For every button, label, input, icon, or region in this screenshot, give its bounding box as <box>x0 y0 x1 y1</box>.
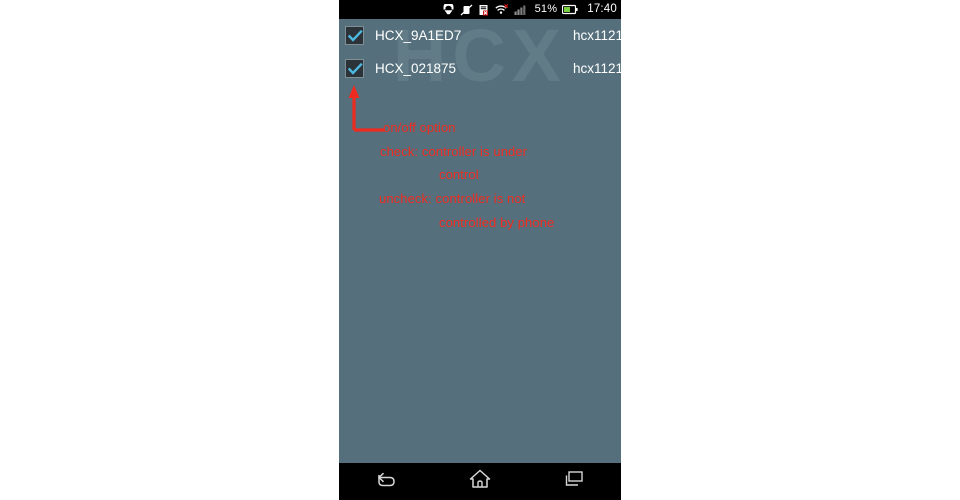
list-item[interactable]: HCX_021875 hcx1121 <box>339 52 621 85</box>
device-checkbox[interactable] <box>345 26 364 45</box>
battery-icon <box>562 4 578 15</box>
device-name-label: HCX_021875 <box>375 61 457 76</box>
device-meta-label: hcx1121 <box>572 28 621 43</box>
recents-button[interactable] <box>546 467 602 497</box>
status-bar-icons: 51% 17:40 <box>442 1 617 16</box>
back-button[interactable] <box>358 467 414 497</box>
app-content: HCX HCX_9A1ED7 hcx1121 HCX_021875 hcx112… <box>339 19 621 463</box>
device-meta-label: hcx1121 <box>572 61 621 76</box>
annotation-line-3: control <box>439 167 479 182</box>
wifi-error-icon <box>494 3 509 16</box>
status-bar: 51% 17:40 <box>339 0 621 19</box>
annotation-line-5: controlled by phone <box>439 215 555 230</box>
headset-icon <box>442 1 455 16</box>
clock-label: 17:40 <box>587 2 617 15</box>
navigation-bar <box>339 463 621 500</box>
list-item[interactable]: HCX_9A1ED7 hcx1121 <box>339 19 621 52</box>
battery-percent-label: 51% <box>534 3 558 15</box>
home-icon <box>468 468 492 495</box>
device-checkbox[interactable] <box>345 59 364 78</box>
annotation-line-2: check: controller is under <box>380 144 528 159</box>
phone-screen: 51% 17:40 HCX HCX_9A1ED7 hcx1121 HCX_021… <box>339 0 621 500</box>
screenshot-canvas: 51% 17:40 HCX HCX_9A1ED7 hcx1121 HCX_021… <box>0 0 960 500</box>
annotation-line-4: uncheck: controller is not <box>379 191 526 206</box>
back-arrow-icon <box>374 469 398 494</box>
signal-bars-icon <box>514 4 527 16</box>
annotation-line-1: on/off option <box>383 120 456 135</box>
home-button[interactable] <box>452 467 508 497</box>
annotation-arrow-to-checkbox <box>348 85 385 132</box>
device-name-label: HCX_9A1ED7 <box>375 28 462 43</box>
vibrate-mute-icon <box>460 4 473 16</box>
sync-error-icon <box>478 4 490 16</box>
device-list: HCX_9A1ED7 hcx1121 HCX_021875 hcx1121 <box>339 19 621 85</box>
recent-apps-icon <box>562 469 586 494</box>
